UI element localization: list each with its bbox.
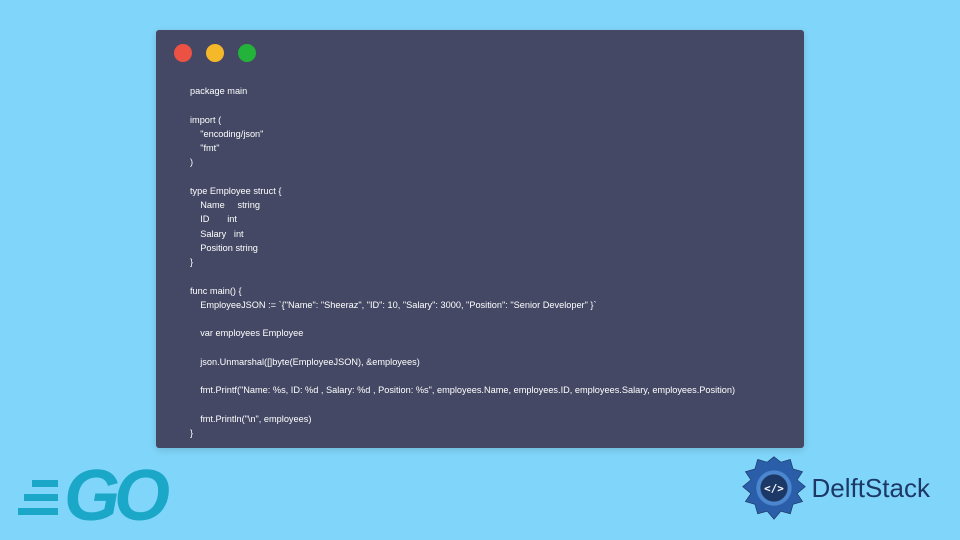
maximize-icon	[238, 44, 256, 62]
code-bracket-icon: </>	[764, 482, 784, 495]
go-logo: GO	[18, 468, 164, 526]
go-speed-lines-icon	[18, 480, 58, 515]
go-logo-text: GO	[64, 468, 164, 526]
delftstack-logo: </> DelftStack	[740, 454, 931, 522]
delftstack-emblem-icon: </>	[740, 454, 808, 522]
minimize-icon	[206, 44, 224, 62]
code-content: package main import ( "encoding/json" "f…	[156, 62, 804, 464]
code-window: package main import ( "encoding/json" "f…	[156, 30, 804, 448]
window-titlebar	[156, 30, 804, 62]
close-icon	[174, 44, 192, 62]
delftstack-logo-text: DelftStack	[812, 473, 931, 504]
